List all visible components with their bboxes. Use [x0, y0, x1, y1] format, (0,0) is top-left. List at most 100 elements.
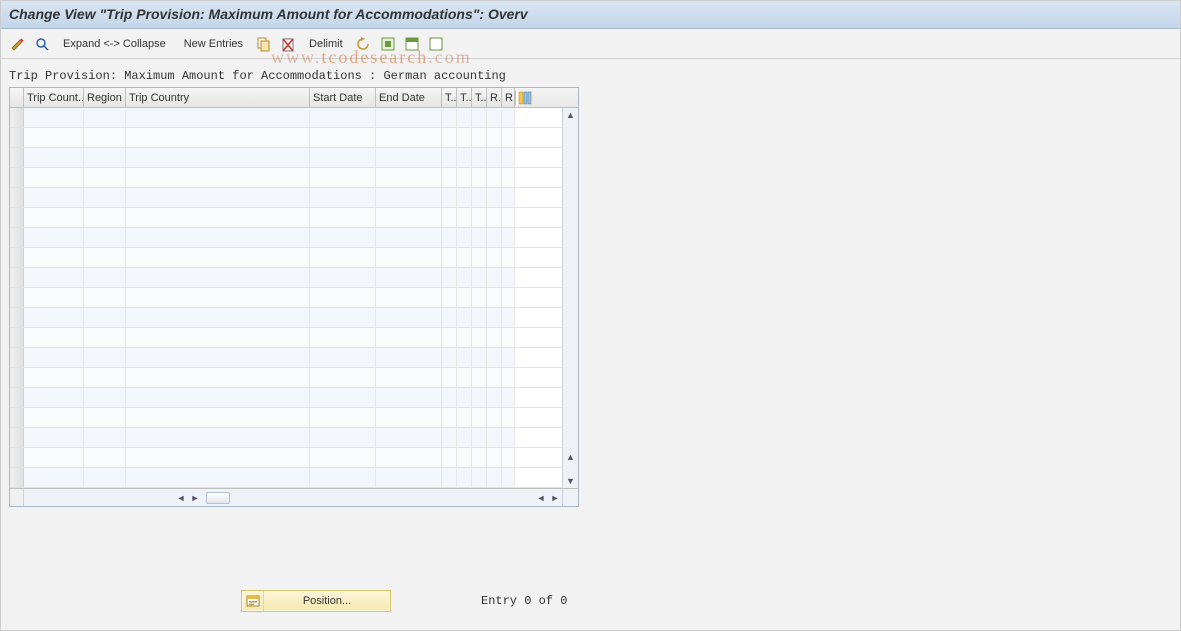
table-cell[interactable]	[310, 248, 376, 267]
table-cell[interactable]	[126, 468, 310, 487]
table-cell[interactable]	[84, 468, 126, 487]
col-end-date[interactable]: End Date	[376, 88, 442, 107]
table-cell[interactable]	[126, 448, 310, 467]
table-cell[interactable]	[502, 188, 515, 207]
table-cell[interactable]	[457, 268, 472, 287]
table-cell[interactable]	[487, 168, 502, 187]
toggle-display-change-icon[interactable]	[9, 35, 27, 53]
table-cell[interactable]	[126, 268, 310, 287]
table-cell[interactable]	[442, 248, 457, 267]
row-selector[interactable]	[10, 468, 24, 487]
table-cell[interactable]	[24, 108, 84, 127]
table-cell[interactable]	[442, 408, 457, 427]
table-cell[interactable]	[442, 308, 457, 327]
table-cell[interactable]	[126, 428, 310, 447]
row-selector[interactable]	[10, 228, 24, 247]
delete-icon[interactable]	[279, 35, 297, 53]
table-cell[interactable]	[502, 468, 515, 487]
table-cell[interactable]	[457, 428, 472, 447]
table-cell[interactable]	[84, 168, 126, 187]
table-cell[interactable]	[472, 148, 487, 167]
table-cell[interactable]	[472, 428, 487, 447]
table-cell[interactable]	[457, 228, 472, 247]
scroll-down-icon[interactable]: ▲	[566, 452, 575, 462]
col-t3[interactable]: T..	[472, 88, 487, 107]
table-cell[interactable]	[126, 328, 310, 347]
table-cell[interactable]	[487, 248, 502, 267]
table-cell[interactable]	[442, 228, 457, 247]
table-cell[interactable]	[126, 368, 310, 387]
table-cell[interactable]	[442, 388, 457, 407]
table-cell[interactable]	[502, 348, 515, 367]
row-selector[interactable]	[10, 288, 24, 307]
table-cell[interactable]	[310, 328, 376, 347]
table-cell[interactable]	[472, 388, 487, 407]
table-cell[interactable]	[126, 388, 310, 407]
table-cell[interactable]	[310, 468, 376, 487]
table-cell[interactable]	[84, 408, 126, 427]
scroll-left2-icon[interactable]: ◄	[534, 493, 548, 503]
table-cell[interactable]	[84, 148, 126, 167]
table-cell[interactable]	[24, 208, 84, 227]
table-cell[interactable]	[126, 228, 310, 247]
table-cell[interactable]	[502, 388, 515, 407]
table-cell[interactable]	[502, 228, 515, 247]
table-cell[interactable]	[502, 268, 515, 287]
table-cell[interactable]	[84, 208, 126, 227]
table-cell[interactable]	[126, 308, 310, 327]
table-cell[interactable]	[442, 148, 457, 167]
table-cell[interactable]	[457, 388, 472, 407]
table-cell[interactable]	[487, 308, 502, 327]
table-cell[interactable]	[84, 288, 126, 307]
table-cell[interactable]	[472, 128, 487, 147]
select-icon[interactable]	[33, 35, 51, 53]
row-selector[interactable]	[10, 128, 24, 147]
table-cell[interactable]	[24, 408, 84, 427]
table-cell[interactable]	[376, 148, 442, 167]
table-cell[interactable]	[487, 228, 502, 247]
row-selector[interactable]	[10, 208, 24, 227]
table-cell[interactable]	[126, 288, 310, 307]
table-cell[interactable]	[457, 468, 472, 487]
table-cell[interactable]	[376, 248, 442, 267]
row-selector[interactable]	[10, 368, 24, 387]
table-cell[interactable]	[457, 188, 472, 207]
table-cell[interactable]	[24, 128, 84, 147]
table-cell[interactable]	[376, 268, 442, 287]
table-cell[interactable]	[84, 368, 126, 387]
table-cell[interactable]	[24, 448, 84, 467]
table-cell[interactable]	[84, 128, 126, 147]
table-cell[interactable]	[457, 348, 472, 367]
table-cell[interactable]	[126, 188, 310, 207]
col-r1[interactable]: R..	[487, 88, 502, 107]
table-cell[interactable]	[472, 448, 487, 467]
table-cell[interactable]	[376, 168, 442, 187]
table-cell[interactable]	[376, 468, 442, 487]
table-cell[interactable]	[310, 208, 376, 227]
table-cell[interactable]	[310, 188, 376, 207]
table-cell[interactable]	[376, 448, 442, 467]
table-cell[interactable]	[472, 348, 487, 367]
table-cell[interactable]	[442, 288, 457, 307]
expand-collapse-button[interactable]: Expand <-> Collapse	[57, 38, 172, 50]
row-selector[interactable]	[10, 268, 24, 287]
table-cell[interactable]	[457, 288, 472, 307]
col-t1[interactable]: T..	[442, 88, 457, 107]
table-cell[interactable]	[310, 448, 376, 467]
table-cell[interactable]	[84, 248, 126, 267]
table-cell[interactable]	[472, 328, 487, 347]
vertical-scrollbar[interactable]: ▲ ▲ ▼	[562, 108, 578, 488]
table-cell[interactable]	[487, 268, 502, 287]
table-cell[interactable]	[126, 248, 310, 267]
table-cell[interactable]	[84, 448, 126, 467]
table-cell[interactable]	[472, 268, 487, 287]
table-cell[interactable]	[24, 268, 84, 287]
table-cell[interactable]	[457, 368, 472, 387]
horizontal-scrollbar[interactable]: ◄ ► ◄ ►	[10, 488, 578, 506]
table-cell[interactable]	[442, 108, 457, 127]
table-cell[interactable]	[310, 388, 376, 407]
table-cell[interactable]	[310, 268, 376, 287]
table-cell[interactable]	[487, 468, 502, 487]
scroll-right2-icon[interactable]: ►	[548, 493, 562, 503]
table-cell[interactable]	[502, 408, 515, 427]
